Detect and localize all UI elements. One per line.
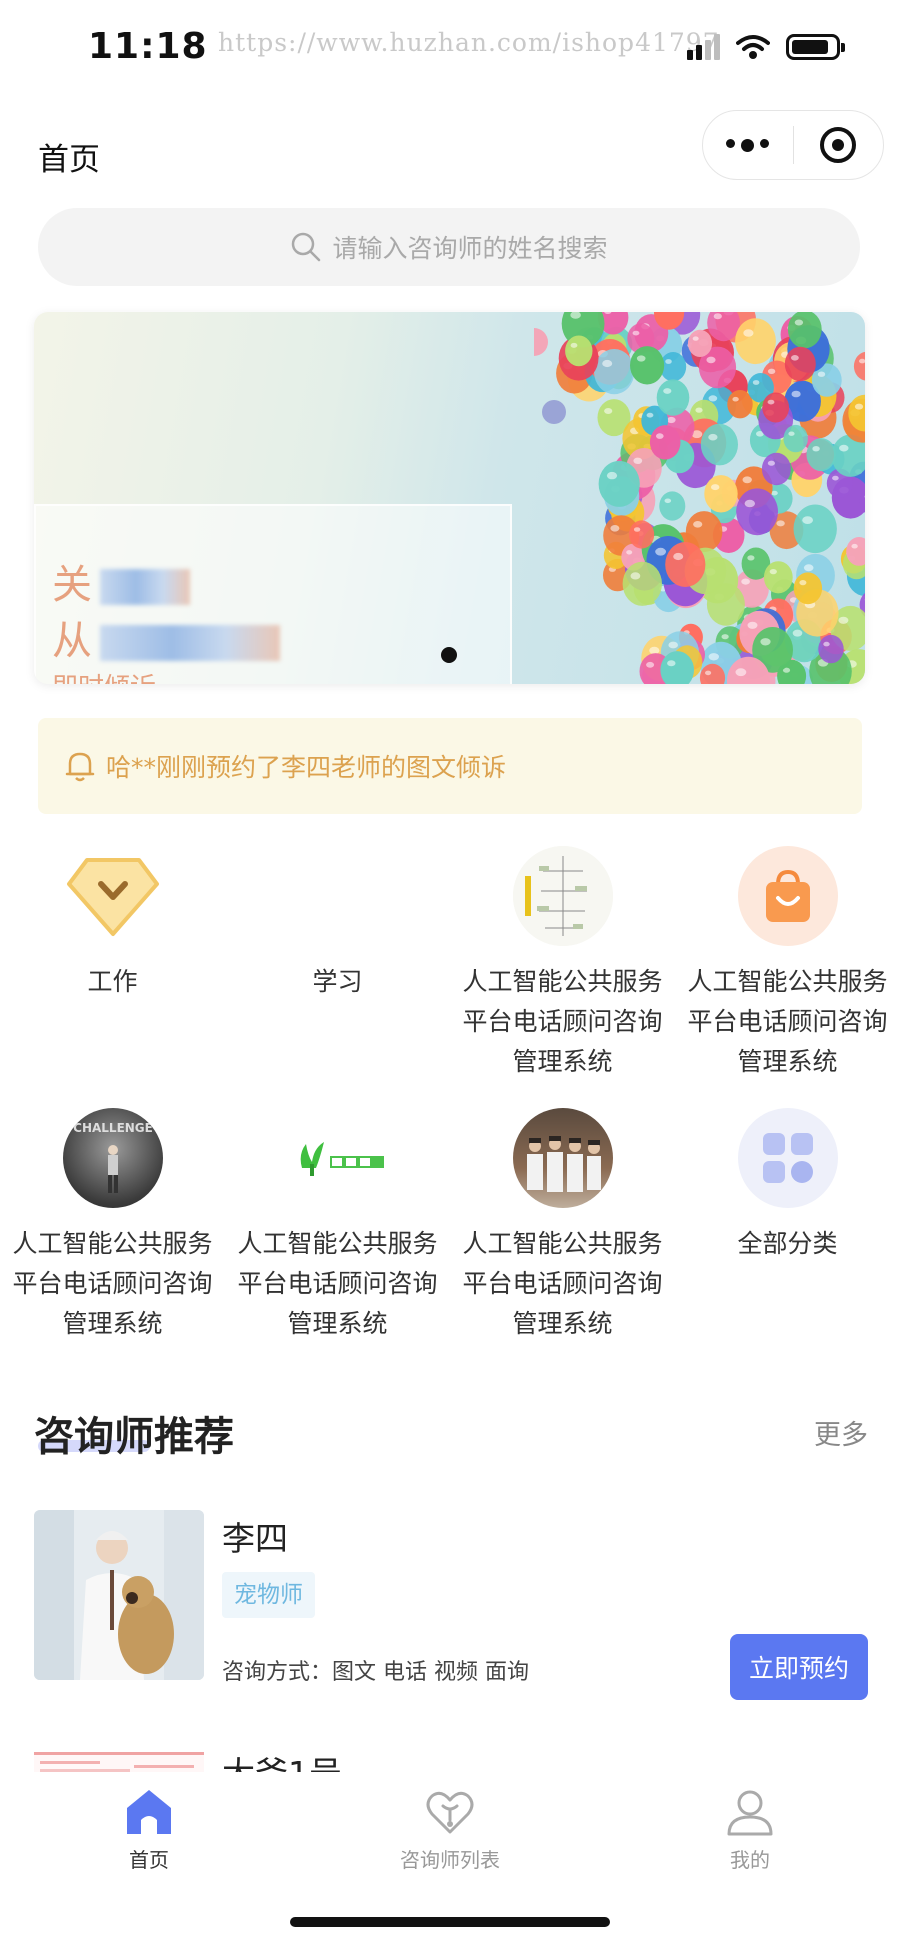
category-label: 全部分类 [737,1229,838,1258]
category-label: 人工智能公共服务 平台电话顾问咨询 管理系统 [687,967,888,1076]
search-placeholder: 请输入咨询师的姓名搜索 [332,234,608,263]
challenge-photo-thumbnail: CHALLENGE [62,1108,163,1208]
battery-icon [786,34,845,60]
search-icon [292,232,321,262]
page-title: 首页 [38,142,100,178]
watermark-text: https://www.huzhan.com/ishop41797 [218,28,720,57]
consultant-methods: 咨询方式：图文 电话 视频 面询 [222,1660,529,1685]
category-ai-service-2[interactable]: 人工智能公共服务 平台电话顾问咨询 管理系统 [675,846,900,1082]
tab-consultant-list[interactable]: 咨询师列表 [350,1786,550,1873]
tab-mine[interactable]: 我的 [650,1786,850,1873]
close-button[interactable] [794,111,884,179]
more-dots-icon [726,138,770,152]
category-label: 人工智能公共服务 平台电话顾问咨询 管理系统 [237,1229,438,1338]
banner-headline: 关 [52,552,190,610]
notice-bar: 哈**刚刚预约了李四老师的图文倾诉 [38,718,862,814]
signal-icon [687,34,720,60]
tab-label: 我的 [730,1848,770,1872]
status-bar: 11:18 https://www.huzhan.com/ishop41797 [0,0,900,100]
user-icon [727,1790,773,1836]
diamond-chevron-icon [63,846,163,946]
category-ai-service-4[interactable]: 人工智能公共服务 平台电话顾问咨询 管理系统 [225,1108,450,1344]
bell-icon [65,752,95,782]
mindmap-thumbnail [512,846,613,946]
carousel-indicator[interactable] [441,647,457,663]
tab-label: 首页 [129,1848,169,1872]
category-all[interactable]: 全部分类 [675,1108,900,1264]
category-label: 工作 [87,967,138,996]
book-now-button[interactable]: 立即预约 [730,1634,868,1700]
status-icons [687,34,845,60]
wifi-icon [736,35,770,59]
search-input[interactable]: 请输入咨询师的姓名搜索 [38,208,860,286]
section-title: 咨询师推荐 [34,1414,234,1460]
category-label: 人工智能公共服务 平台电话顾问咨询 管理系统 [462,1229,663,1338]
target-circle-icon [820,127,857,163]
home-indicator [290,1917,610,1927]
banner-carousel[interactable]: 关 从 即时倾诉 [34,312,865,684]
banner-subheadline: 从 [52,608,280,666]
svg-text:CHALLENGE: CHALLENGE [73,1121,153,1135]
category-label: 人工智能公共服务 平台电话顾问咨询 管理系统 [462,967,663,1076]
heart-stethoscope-icon [426,1791,474,1834]
students-photo-thumbnail [512,1108,613,1208]
category-work[interactable]: 工作 [0,846,225,1002]
category-label: 学习 [312,967,363,996]
consultant-photo[interactable] [34,1510,204,1680]
shopping-bag-icon [737,846,838,946]
balloons-image [534,312,865,684]
status-time: 11:18 [88,26,208,67]
more-link[interactable]: 更多 [814,1413,868,1452]
more-button[interactable] [703,111,793,179]
consultant-tag: 宠物师 [222,1572,315,1618]
category-label: 人工智能公共服务 平台电话顾问咨询 管理系统 [12,1229,213,1338]
miniprogram-capsule [702,110,884,180]
tab-home[interactable]: 首页 [49,1786,249,1873]
blank-icon [288,846,388,946]
banner-caption: 即时倾诉 [52,667,156,684]
grid-apps-icon [737,1108,838,1208]
category-ai-service-1[interactable]: 人工智能公共服务 平台电话顾问咨询 管理系统 [450,846,675,1082]
green-tree-logo [288,1108,388,1208]
category-ai-service-3[interactable]: CHALLENGE 人工智能公共服务 平台电话顾问咨询 管理系统 [0,1108,225,1344]
tab-label: 咨询师列表 [400,1848,500,1872]
consultant-name: 李四 [222,1519,288,1558]
home-icon [127,1790,171,1834]
notice-text: 哈**刚刚预约了李四老师的图文倾诉 [106,753,507,782]
category-ai-service-5[interactable]: 人工智能公共服务 平台电话顾问咨询 管理系统 [450,1108,675,1344]
category-study[interactable]: 学习 [225,846,450,1002]
